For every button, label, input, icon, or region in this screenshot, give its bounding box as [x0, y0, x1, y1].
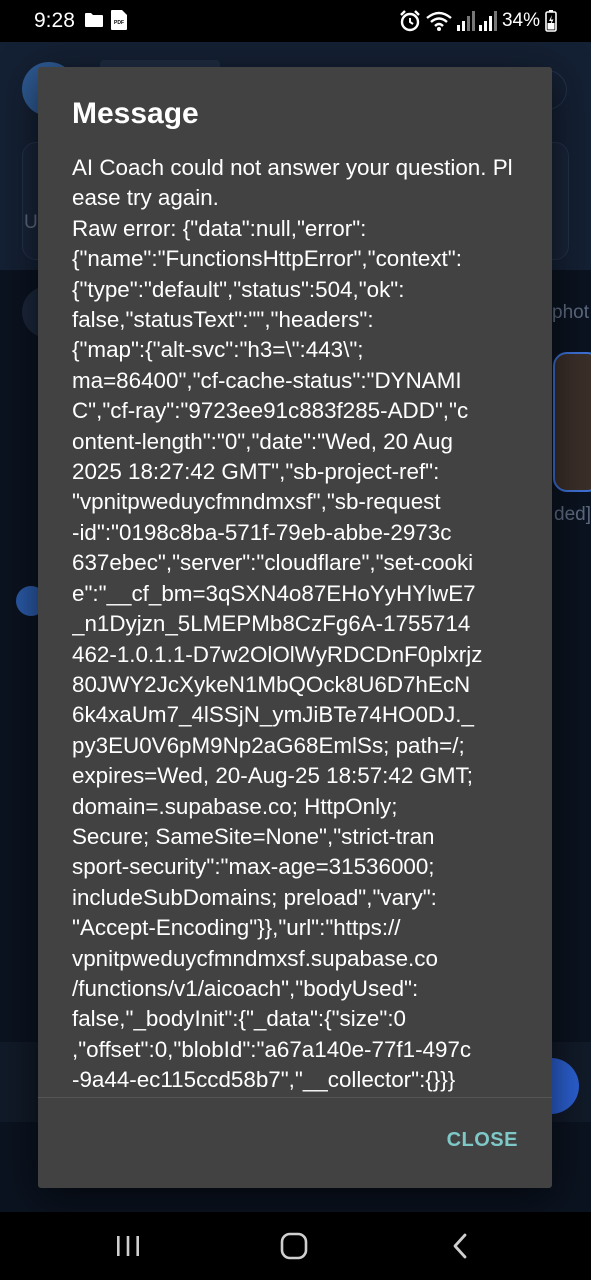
close-button[interactable]: CLOSE: [447, 1129, 518, 1152]
background-text-ded: ded]: [554, 504, 591, 525]
background-text-photo: phot: [552, 302, 589, 323]
alarm-icon: [400, 10, 420, 32]
recents-icon: [117, 1236, 139, 1256]
message-dialog: Message AI Coach could not answer your q…: [38, 67, 552, 1188]
recents-button[interactable]: [98, 1226, 158, 1266]
dialog-divider: [38, 1097, 552, 1098]
status-time: 9:28: [34, 9, 75, 32]
home-icon: [280, 1232, 308, 1260]
background-text-u: U: [24, 212, 38, 233]
dialog-body[interactable]: AI Coach could not answer your question.…: [72, 153, 520, 1097]
pdf-icon: PDF: [111, 10, 127, 30]
status-bar: 9:28 PDF 34%: [0, 0, 591, 42]
app-photo-card: [553, 352, 591, 492]
dialog-message: AI Coach could not answer your question.…: [72, 155, 513, 1093]
wifi-icon: [426, 11, 452, 31]
home-button[interactable]: [264, 1226, 324, 1266]
back-button[interactable]: [430, 1226, 490, 1266]
svg-text:PDF: PDF: [114, 20, 124, 26]
signal-icon: [456, 11, 497, 31]
navigation-bar: [0, 1212, 591, 1280]
folder-icon: [85, 13, 103, 27]
dialog-title: Message: [72, 97, 199, 130]
back-icon: [453, 1233, 467, 1259]
battery-percent: 34%: [501, 10, 540, 31]
battery-icon: [545, 10, 557, 32]
